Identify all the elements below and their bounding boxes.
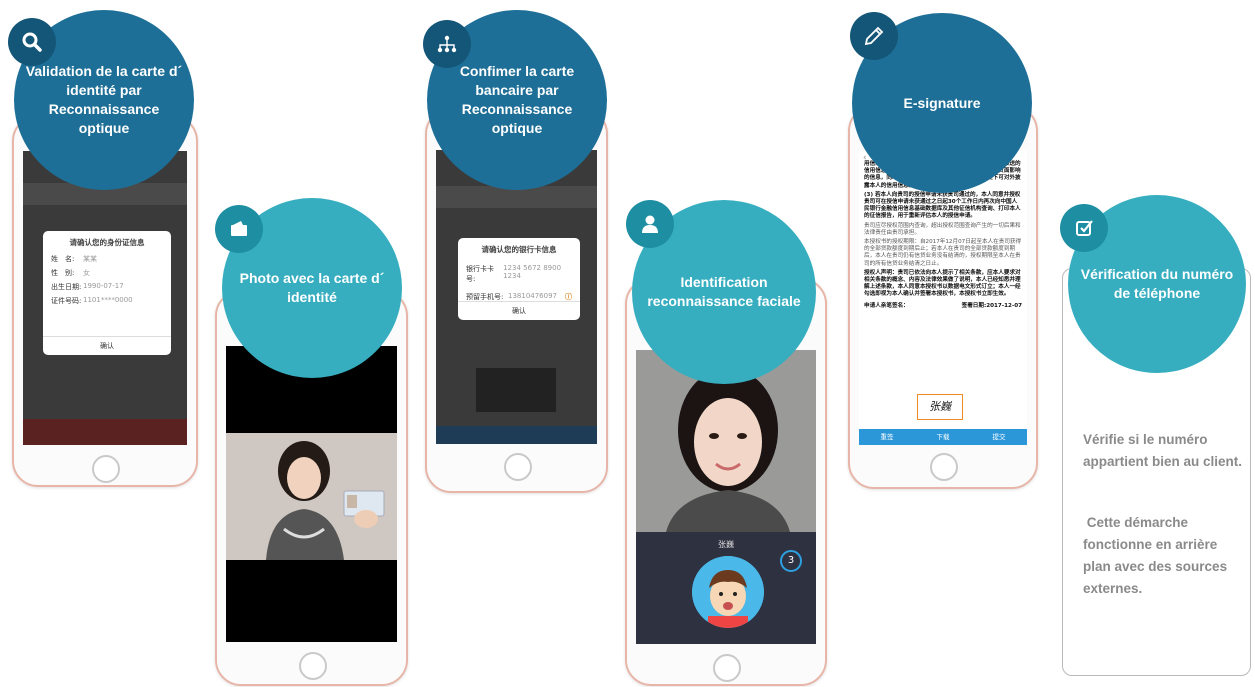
cartoon-face-icon: [692, 556, 764, 628]
doc-paragraph: 本授权书的授权期限：自2017年12月07日起至本人在贵司获得的全部贷款额度到期…: [864, 239, 1022, 267]
step-title: Vérification du numéro de téléphone: [1080, 266, 1234, 301]
step-title: Validation de la carte d´ identité par R…: [25, 63, 183, 136]
selfie-with-id-photo: [226, 433, 397, 560]
signature-label: 申请人亲笔签名：: [864, 302, 909, 309]
id-row-label: 证件号码:: [51, 297, 82, 305]
signature-date: 签署日期:2017-12-07: [961, 302, 1022, 309]
home-button[interactable]: [92, 455, 120, 483]
search-icon: [8, 18, 56, 66]
checkbox-icon: [1060, 204, 1108, 252]
id-confirm-button[interactable]: 确认: [43, 336, 171, 355]
step-title: Identification reconnaissance faciale: [647, 274, 801, 309]
signature-box[interactable]: 张巍: [917, 394, 963, 420]
countdown-indicator: 3: [780, 550, 802, 572]
face-user-name: 张巍: [718, 540, 734, 549]
id-row-value: 1101****0000: [83, 296, 133, 304]
id-row: 证件号码: 1101****0000: [43, 294, 171, 308]
id-card-icon: [215, 205, 263, 253]
home-button[interactable]: [298, 652, 327, 680]
verification-text-2: Cette démarche fonctionne en arrière pla…: [1083, 515, 1231, 596]
step-title: Confimer la carte bancaire par Reconnais…: [459, 63, 575, 136]
bank-row-label: 银行卡卡号:: [466, 265, 494, 283]
id-row-value: 女: [83, 269, 90, 277]
id-row-label: 出生日期:: [51, 283, 82, 291]
avatar-cartoon: [692, 556, 764, 628]
esign-action-bar: 重签 下载 提交: [859, 429, 1027, 445]
bank-confirm-dialog: 请确认您的银行卡信息 银行卡卡号: 1234 5672 8900 1234 预留手…: [458, 238, 580, 320]
resign-button[interactable]: 重签: [859, 429, 915, 445]
verification-text-1: Vérifie si le numéro appartient bien au …: [1083, 432, 1243, 469]
id-row: 姓 名: 某某: [43, 252, 171, 266]
id-row: 出生日期: 1990-07-17: [43, 280, 171, 294]
doc-paragraph: 贵司应尽授权范围内查询，超出授权范围查询产生的一切后果和法律责任由贵司承担。: [864, 222, 1021, 236]
screen-photo-id: [226, 346, 397, 642]
user-icon: [626, 200, 674, 248]
step-title: Photo avec la carte d´ identité: [239, 270, 385, 305]
network-icon: [423, 20, 471, 68]
id-row-label: 性 别:: [51, 269, 75, 277]
screen-face-recognition: 张巍 3: [636, 350, 816, 644]
card-preview: [476, 368, 556, 412]
id-dialog-title: 请确认您的身份证信息: [69, 238, 145, 247]
doc-paragraph: (3) 若本人向贵司的授信申请未获贵司通过的，本人同意并授权贵司可在授信申请未获…: [864, 191, 1021, 220]
home-button[interactable]: [503, 453, 532, 481]
bank-confirm-button[interactable]: 确认: [458, 301, 580, 320]
pen-icon: [850, 12, 898, 60]
bottom-bar: [23, 419, 187, 445]
doc-paragraph: 授权人声明：贵司已依法向本人提示了相关条款，应本人要求对相关条款的概念、内容及法…: [864, 269, 1021, 298]
bank-dialog-title: 请确认您的银行卡信息: [481, 245, 557, 254]
id-row-value: 某某: [83, 255, 97, 263]
screen-bank-card: 请确认您的银行卡信息 银行卡卡号: 1234 5672 8900 1234 预留手…: [436, 150, 597, 444]
step-title: E-signature: [903, 94, 981, 111]
id-row-label: 姓 名:: [51, 255, 75, 263]
id-row: 性 别: 女: [43, 266, 171, 280]
id-confirm-dialog: 请确认您的身份证信息 姓 名: 某某 性 别: 女 出生日期: 1990-07-17 …: [43, 231, 171, 355]
home-button[interactable]: [713, 654, 741, 682]
bottom-bar: [436, 426, 597, 444]
bank-row-value: 1234 5672 8900 1234: [503, 264, 562, 280]
bank-row: 银行卡卡号: 1234 5672 8900 1234: [458, 259, 580, 286]
screen-id-validation: 请确认您的身份证信息 姓 名: 某某 性 别: 女 出生日期: 1990-07-17 …: [23, 151, 187, 445]
person-holding-card-illustration: [226, 433, 397, 560]
download-button[interactable]: 下载: [915, 429, 971, 445]
doc-signature-line: 申请人亲笔签名： 签署日期:2017-12-07: [864, 303, 1022, 310]
submit-button[interactable]: 提交: [971, 429, 1027, 445]
screen-esignature: ‹ 用信息基础数据库及其他征信机构查询本人的信用信息，推送的信用信息包括但不限于…: [859, 151, 1027, 445]
id-row-value: 1990-07-17: [83, 282, 124, 290]
home-button[interactable]: [930, 453, 958, 481]
